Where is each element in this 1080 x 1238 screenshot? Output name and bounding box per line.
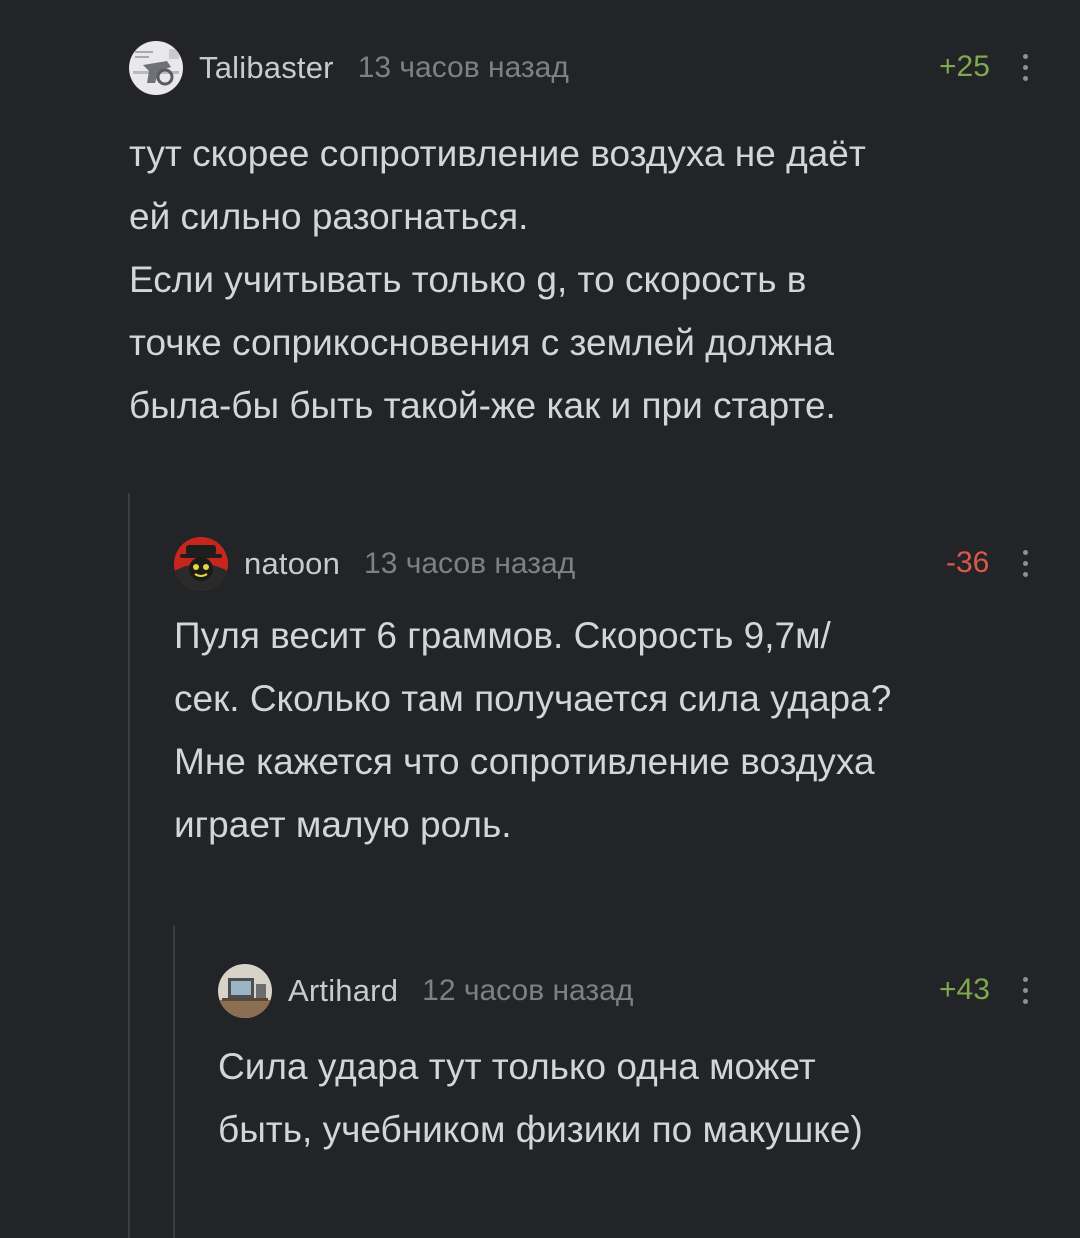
comment-header: Talibaster 13 часов назад xyxy=(129,40,569,96)
comment-rating: +43 xyxy=(939,973,990,1006)
comment-body: Сила удара тут только одна может быть, у… xyxy=(218,1035,863,1161)
comment-line: играет малую роль. xyxy=(174,804,512,845)
comment-rating: +25 xyxy=(939,50,990,83)
author-name[interactable]: Artihard xyxy=(288,973,398,1009)
comment: Talibaster 13 часов назад +25 тут скорее… xyxy=(129,40,1039,440)
comment-line: тут скорее сопротивление воздуха не даёт xyxy=(129,133,866,174)
comment-line: быть, учебником физики по макушке) xyxy=(218,1109,863,1150)
comment: natoon 13 часов назад -36 Пуля весит 6 г… xyxy=(174,536,1039,866)
comment-line: Мне кажется что сопротивление воздуха xyxy=(174,741,875,782)
avatar[interactable] xyxy=(174,537,228,591)
comment-body: тут скорее сопротивление воздуха не даёт… xyxy=(129,122,866,437)
avatar[interactable] xyxy=(218,964,272,1018)
comment-line: точке соприкосновения с землей должна xyxy=(129,322,834,363)
comment-line: сек. Сколько там получается сила удара? xyxy=(174,678,892,719)
comment-timestamp: 12 часов назад xyxy=(422,974,634,1007)
author-name[interactable]: Talibaster xyxy=(199,50,334,86)
comment-line: Пуля весит 6 граммов. Скорость 9,7м/ xyxy=(174,615,831,656)
more-vertical-icon[interactable] xyxy=(1019,50,1031,84)
comment-timestamp: 13 часов назад xyxy=(357,51,569,84)
comment-line: ей сильно разогнаться. xyxy=(129,196,529,237)
thread-line xyxy=(173,925,175,1238)
comment-line: была-бы быть такой-же как и при старте. xyxy=(129,385,836,426)
thread-line xyxy=(128,493,130,1238)
comment-timestamp: 13 часов назад xyxy=(364,547,576,580)
more-vertical-icon[interactable] xyxy=(1019,546,1031,580)
more-vertical-icon[interactable] xyxy=(1019,973,1031,1007)
comment-rating: -36 xyxy=(946,546,990,579)
author-name[interactable]: natoon xyxy=(244,546,340,582)
comment-line: Если учитывать только g, то скорость в xyxy=(129,259,807,300)
comment-header: natoon 13 часов назад xyxy=(174,536,575,592)
comment-body: Пуля весит 6 граммов. Скорость 9,7м/ сек… xyxy=(174,604,891,856)
comment-line: Сила удара тут только одна может xyxy=(218,1046,816,1087)
comment-header: Artihard 12 часов назад xyxy=(218,963,633,1019)
avatar[interactable] xyxy=(129,41,183,95)
comment: Artihard 12 часов назад +43 Сила удара т… xyxy=(218,963,1039,1183)
